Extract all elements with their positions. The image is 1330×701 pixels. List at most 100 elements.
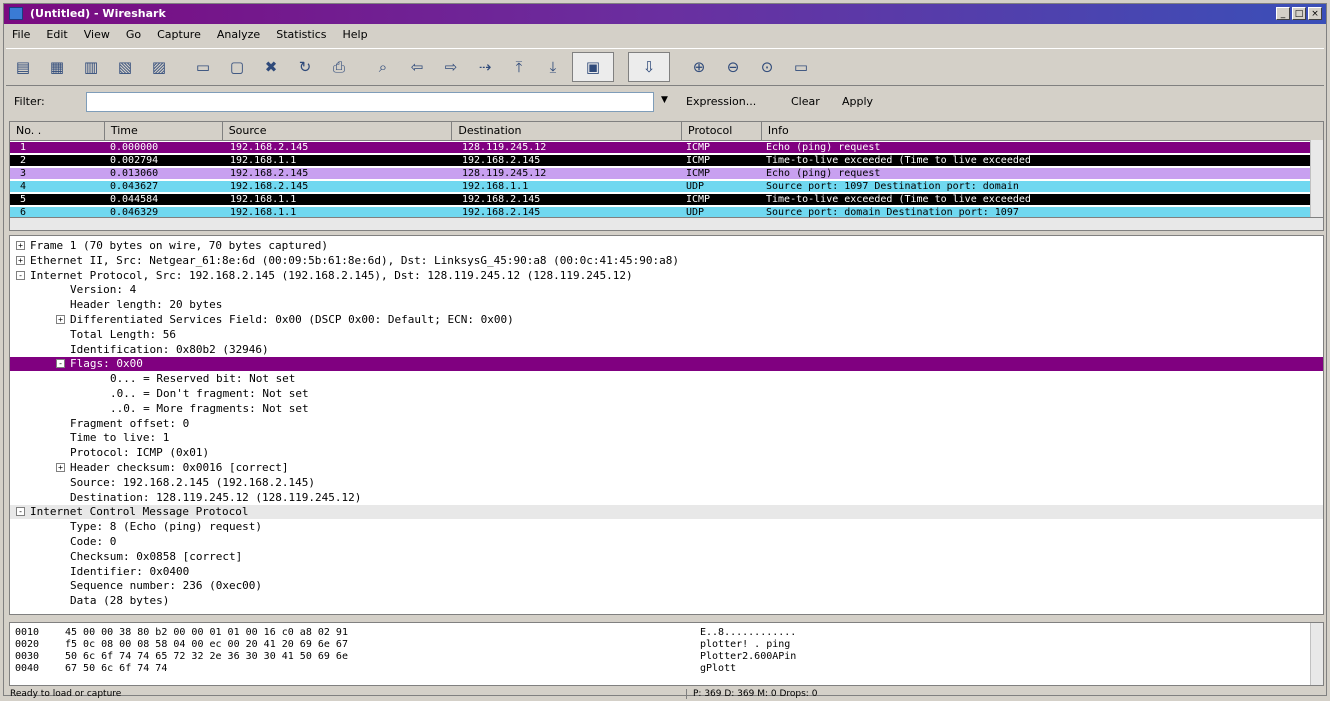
- detail-row[interactable]: Total Length: 56: [10, 328, 1323, 342]
- packet-cell-src: 192.168.1.1: [230, 194, 297, 205]
- close-file-button[interactable]: ✖: [256, 53, 286, 81]
- column-no[interactable]: No. .: [10, 122, 105, 140]
- detail-row[interactable]: Protocol: ICMP (0x01): [10, 446, 1323, 460]
- detail-text: Flags: 0x00: [70, 357, 143, 371]
- detail-row[interactable]: Destination: 128.119.245.12 (128.119.245…: [10, 491, 1323, 505]
- title-bar[interactable]: (Untitled) - Wireshark _ □ ×: [4, 4, 1326, 24]
- detail-row[interactable]: Source: 192.168.2.145 (192.168.2.145): [10, 476, 1323, 490]
- menu-statistics[interactable]: Statistics: [268, 26, 334, 44]
- detail-row[interactable]: Sequence number: 236 (0xec00): [10, 579, 1323, 593]
- colorize-button[interactable]: ▣: [572, 52, 614, 82]
- packet-list-hscrollbar[interactable]: [10, 217, 1323, 230]
- find-packet-button[interactable]: ⌕: [368, 53, 398, 81]
- expand-icon[interactable]: +: [16, 241, 25, 250]
- detail-row[interactable]: Fragment offset: 0: [10, 417, 1323, 431]
- detail-row[interactable]: Identifier: 0x0400: [10, 565, 1323, 579]
- hex-ascii: Plotter2.600APin: [700, 651, 797, 662]
- bytes-scrollbar[interactable]: [1310, 623, 1323, 685]
- resize-columns-button[interactable]: ▭: [786, 53, 816, 81]
- menu-capture[interactable]: Capture: [149, 26, 209, 44]
- expression-button[interactable]: Expression...: [686, 95, 756, 108]
- detail-row[interactable]: + Differentiated Services Field: 0x00 (DS…: [10, 313, 1323, 327]
- restart-capture-button[interactable]: ▨: [144, 53, 174, 81]
- expand-icon[interactable]: +: [56, 463, 65, 472]
- zoom-normal-button[interactable]: ⊙: [752, 53, 782, 81]
- detail-row[interactable]: Identification: 0x80b2 (32946): [10, 343, 1323, 357]
- detail-row[interactable]: + Ethernet II, Src: Netgear_61:8e:6d (00:…: [10, 254, 1323, 268]
- capture-options-button[interactable]: ▦: [42, 53, 72, 81]
- close-button[interactable]: ×: [1308, 7, 1322, 20]
- packet-row[interactable]: 2 0.002794 192.168.1.1 192.168.2.145 ICMP Tim…: [10, 155, 1323, 166]
- autoscroll-button[interactable]: ⇩: [628, 52, 670, 82]
- detail-row[interactable]: Code: 0: [10, 535, 1323, 549]
- collapse-icon[interactable]: -: [16, 270, 25, 280]
- detail-row[interactable]: + Header checksum: 0x0016 [correct]: [10, 461, 1323, 475]
- find-packet-icon: ⌕: [378, 58, 388, 76]
- apply-filter-button[interactable]: Apply: [842, 95, 873, 108]
- print-button[interactable]: ⎙: [324, 53, 354, 81]
- detail-text: Sequence number: 236 (0xec00): [70, 579, 263, 593]
- detail-row[interactable]: - Flags: 0x00: [10, 357, 1323, 372]
- zoom-out-button[interactable]: ⊖: [718, 53, 748, 81]
- minimize-button[interactable]: _: [1276, 7, 1290, 20]
- packet-cell-no: 1: [20, 142, 27, 153]
- zoom-in-button[interactable]: ⊕: [684, 53, 714, 81]
- detail-row[interactable]: Checksum: 0x0858 [correct]: [10, 550, 1323, 564]
- detail-row[interactable]: Header length: 20 bytes: [10, 298, 1323, 312]
- save-file-button[interactable]: ▢: [222, 53, 252, 81]
- menu-analyze[interactable]: Analyze: [209, 26, 268, 44]
- go-forward-button[interactable]: ⇨: [436, 53, 466, 81]
- filter-input[interactable]: [86, 92, 654, 112]
- menu-file[interactable]: File: [4, 26, 38, 44]
- detail-row[interactable]: .0.. = Don't fragment: Not set: [10, 387, 1323, 401]
- packet-row[interactable]: 3 0.013060 192.168.2.145 128.119.245.12 ICMP…: [10, 168, 1323, 179]
- detail-row[interactable]: Time to live: 1: [10, 431, 1323, 445]
- packet-row[interactable]: 1 0.000000 192.168.2.145 128.119.245.12 ICMP…: [10, 142, 1323, 153]
- column-info[interactable]: Info: [762, 122, 1323, 140]
- go-first-button[interactable]: ⤒: [504, 53, 534, 81]
- go-back-button[interactable]: ⇦: [402, 53, 432, 81]
- hex-off: 0030: [15, 651, 40, 662]
- menu-go[interactable]: Go: [118, 26, 149, 44]
- detail-row[interactable]: - Internet Protocol, Src: 192.168.2.145 (…: [10, 269, 1323, 283]
- save-file-icon: ▢: [229, 58, 245, 76]
- stop-capture-button[interactable]: ▧: [110, 53, 140, 81]
- column-time[interactable]: Time: [105, 122, 223, 140]
- close-file-icon: ✖: [264, 58, 278, 76]
- detail-text: Time to live: 1: [70, 431, 170, 445]
- expand-icon[interactable]: +: [16, 255, 25, 265]
- autoscroll-icon: ⇩: [642, 58, 656, 76]
- list-interfaces-button[interactable]: ▤: [8, 53, 38, 81]
- detail-row[interactable]: - Internet Control Message Protocol: [10, 505, 1323, 520]
- packet-list-scrollbar[interactable]: [1310, 140, 1323, 220]
- column-source[interactable]: Source: [223, 122, 453, 140]
- detail-row[interactable]: ..0. = More fragments: Not set: [10, 402, 1323, 416]
- start-capture-button[interactable]: ▥: [76, 53, 106, 81]
- resize-columns-icon: ▭: [793, 58, 809, 76]
- collapse-icon[interactable]: -: [56, 359, 65, 369]
- detail-text: 0... = Reserved bit: Not set: [110, 372, 296, 386]
- detail-row[interactable]: 0... = Reserved bit: Not set: [10, 372, 1323, 386]
- go-last-button[interactable]: ⤓: [538, 53, 568, 81]
- open-file-button[interactable]: ▭: [188, 53, 218, 81]
- menu-edit[interactable]: Edit: [38, 26, 75, 44]
- reload-button[interactable]: ↻: [290, 53, 320, 81]
- detail-row[interactable]: + Frame 1 (70 bytes on wire, 70 bytes cap…: [10, 239, 1323, 253]
- collapse-icon[interactable]: -: [16, 507, 25, 517]
- detail-row[interactable]: Data (28 bytes): [10, 594, 1323, 608]
- detail-row[interactable]: Type: 8 (Echo (ping) request): [10, 520, 1323, 534]
- packet-row[interactable]: 5 0.044584 192.168.1.1 192.168.2.145 ICMP Tim…: [10, 194, 1323, 205]
- menu-help[interactable]: Help: [335, 26, 376, 44]
- go-to-packet-button[interactable]: ⇢: [470, 53, 500, 81]
- column-destination[interactable]: Destination: [452, 122, 683, 140]
- filter-dropdown-icon[interactable]: ▼: [661, 95, 668, 105]
- detail-row[interactable]: Version: 4: [10, 283, 1323, 297]
- packet-row[interactable]: 4 0.043627 192.168.2.145 192.168.1.1 UDP Sour…: [10, 181, 1323, 192]
- maximize-button[interactable]: □: [1292, 7, 1306, 20]
- window-title: (Untitled) - Wireshark: [30, 7, 166, 20]
- column-protocol[interactable]: Protocol: [682, 122, 762, 140]
- packet-cell-dst: 128.119.245.12: [462, 168, 547, 179]
- expand-icon[interactable]: +: [56, 315, 65, 324]
- clear-filter-button[interactable]: Clear: [791, 95, 820, 108]
- menu-view[interactable]: View: [76, 26, 118, 44]
